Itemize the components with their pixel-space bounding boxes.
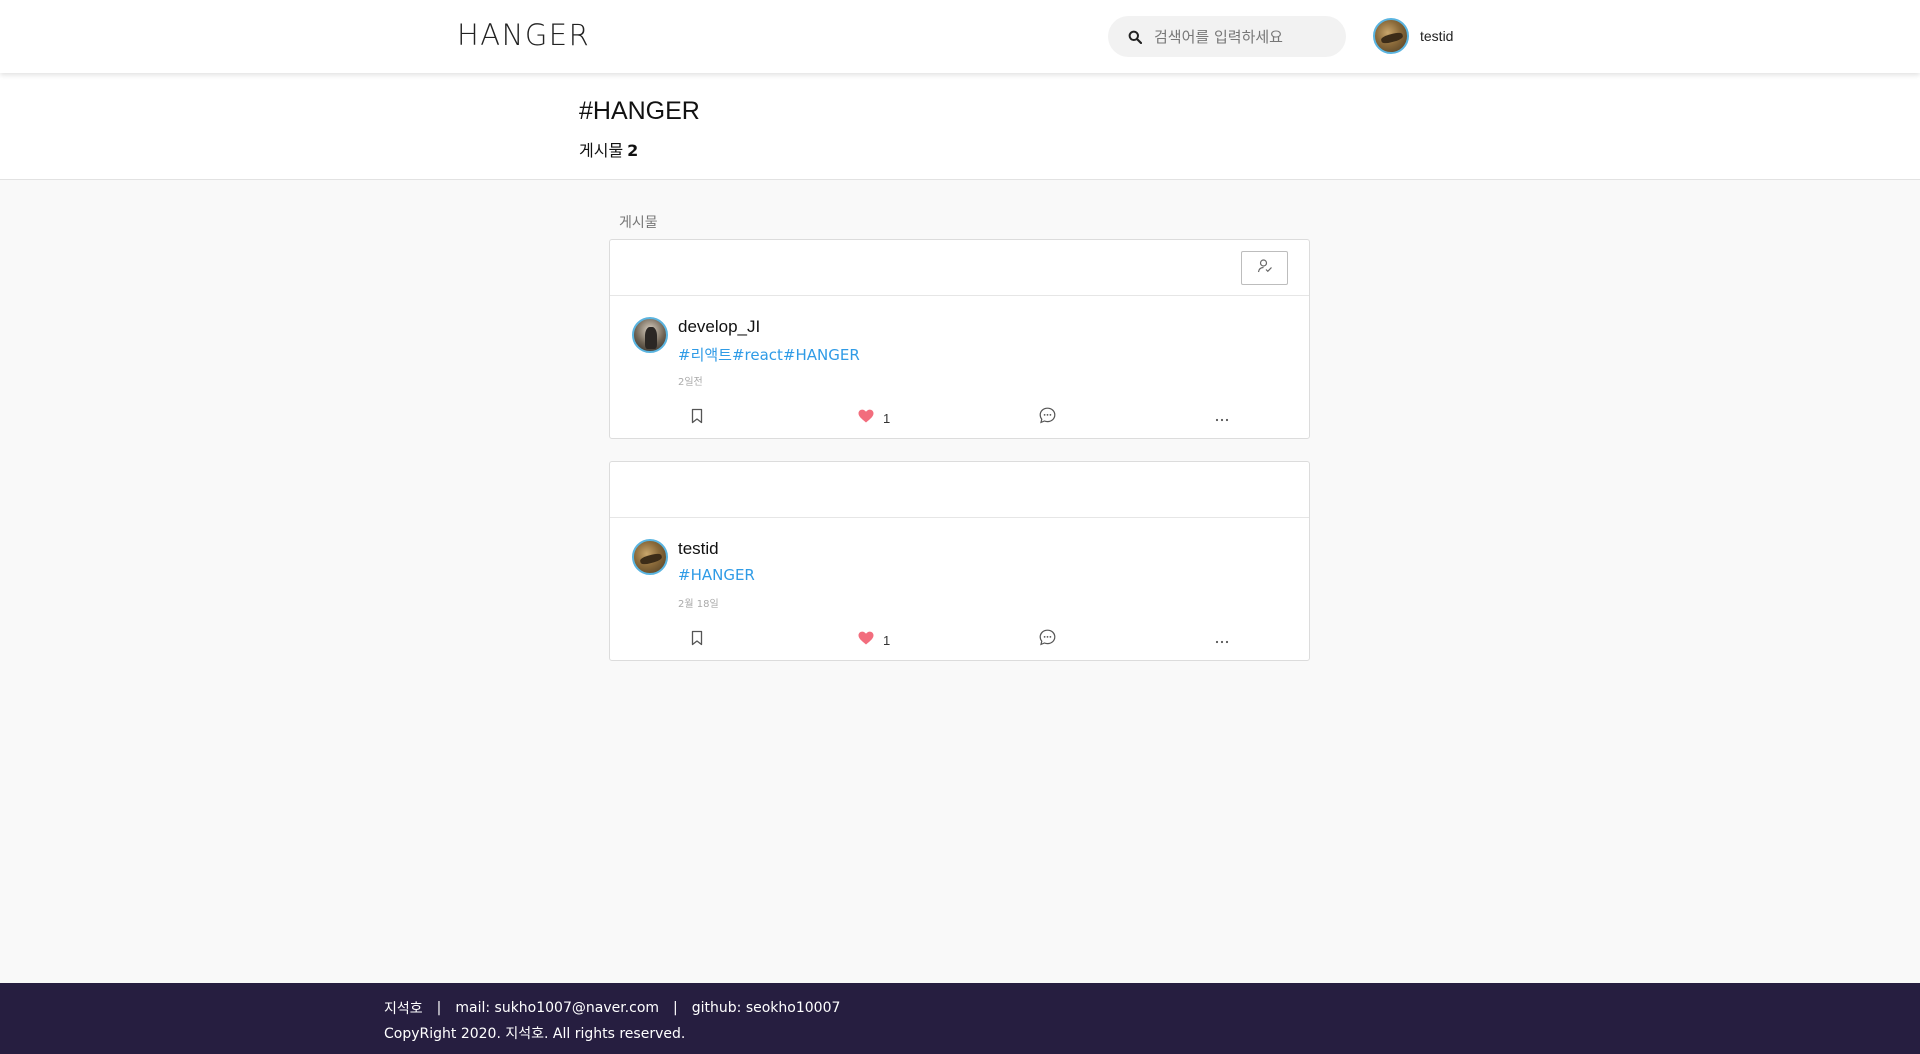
- like-count: 1: [883, 410, 891, 426]
- post-count: 게시물 2: [579, 137, 638, 161]
- search-input[interactable]: [1152, 26, 1332, 47]
- post-card-body: testid #HANGER 2월 18일 1: [610, 518, 1309, 661]
- follow-button[interactable]: [1241, 251, 1288, 285]
- heart-icon: [858, 409, 874, 428]
- like-button[interactable]: 1: [858, 406, 890, 430]
- post-author[interactable]: develop_JI: [678, 317, 760, 337]
- post-card-header: [610, 240, 1309, 296]
- footer-mail[interactable]: mail: sukho1007@naver.com: [455, 1000, 659, 1016]
- heart-icon: [858, 631, 874, 650]
- post-actions: 1: [610, 406, 1309, 430]
- footer-separator: |: [673, 1000, 678, 1016]
- post-card: testid #HANGER 2월 18일 1: [609, 461, 1310, 661]
- user-check-icon: [1257, 258, 1273, 279]
- post-tags[interactable]: #HANGER: [678, 566, 755, 584]
- user-profile-menu[interactable]: testid: [1373, 18, 1453, 54]
- post-time: 2일전: [678, 377, 703, 388]
- posts-section-label: 게시물: [619, 215, 658, 231]
- avatar[interactable]: [632, 539, 668, 575]
- comment-icon: [1039, 407, 1056, 429]
- post-card: develop_JI #리액트#react#HANGER 2일전 1: [609, 239, 1310, 439]
- avatar[interactable]: [632, 317, 668, 353]
- footer: 지석호 | mail: sukho1007@naver.com | github…: [0, 983, 1920, 1054]
- comment-button[interactable]: [1039, 406, 1056, 430]
- like-count: 1: [883, 632, 891, 648]
- post-actions: 1: [610, 628, 1309, 652]
- more-button[interactable]: [1215, 628, 1229, 652]
- footer-separator: |: [436, 1000, 442, 1016]
- avatar: [1373, 18, 1409, 54]
- footer-copyright: CopyRight 2020. 지석호. All rights reserved…: [384, 1026, 686, 1042]
- more-button[interactable]: [1215, 406, 1229, 430]
- post-card-header: [610, 462, 1309, 518]
- like-button[interactable]: 1: [858, 628, 890, 652]
- post-count-label: 게시물: [579, 141, 624, 160]
- comment-button[interactable]: [1039, 628, 1056, 652]
- post-time: 2월 18일: [678, 599, 719, 610]
- footer-name: 지석호: [384, 1001, 423, 1017]
- footer-contact: 지석호 | mail: sukho1007@naver.com | github…: [384, 998, 840, 1018]
- bookmark-button[interactable]: [690, 406, 704, 430]
- post-card-body: develop_JI #리액트#react#HANGER 2일전 1: [610, 296, 1309, 439]
- more-icon: [1215, 409, 1229, 427]
- bookmark-icon: [690, 408, 704, 429]
- more-icon: [1215, 631, 1229, 649]
- top-header: HANGER testid: [0, 0, 1920, 73]
- search-icon: [1126, 28, 1144, 46]
- comment-icon: [1039, 629, 1056, 651]
- profile-username: testid: [1420, 28, 1454, 44]
- logo[interactable]: HANGER: [457, 18, 590, 52]
- tag-banner: #HANGER 게시물 2: [0, 73, 1920, 180]
- page-title: #HANGER: [579, 97, 700, 125]
- bookmark-icon: [690, 630, 704, 651]
- post-author[interactable]: testid: [678, 539, 719, 559]
- bookmark-button[interactable]: [690, 628, 704, 652]
- footer-github[interactable]: github: seokho10007: [692, 1000, 841, 1016]
- post-tags[interactable]: #리액트#react#HANGER: [678, 344, 860, 365]
- search-bar[interactable]: [1108, 16, 1346, 57]
- post-count-value: 2: [627, 141, 639, 160]
